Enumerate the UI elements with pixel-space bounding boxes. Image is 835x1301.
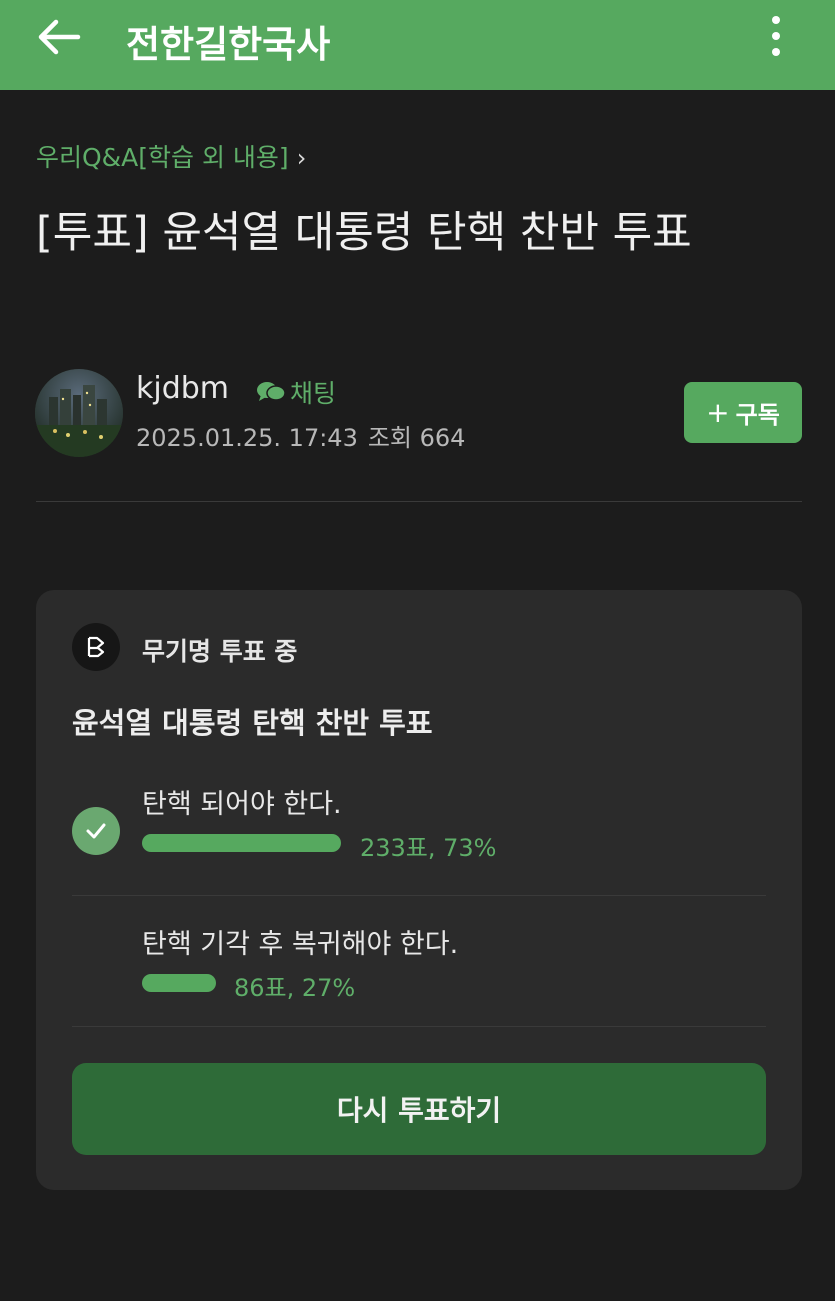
app-title: 전한길한국사 [126, 23, 331, 66]
poll-option-label: 탄핵 기각 후 복귀해야 한다. [142, 929, 459, 960]
back-button[interactable] [30, 12, 86, 62]
divider [72, 1026, 766, 1027]
post-date: 2025.01.25. 17:43 [136, 424, 358, 452]
poll-status: 무기명 투표 중 [142, 637, 298, 666]
chat-link[interactable]: 채팅 [256, 374, 336, 410]
poll-option-bar-fill [142, 974, 216, 992]
chevron-right-icon: › [296, 144, 307, 172]
divider [36, 501, 802, 502]
author-name[interactable]: kjdbm [136, 371, 229, 406]
subscribe-button[interactable]: + 구독 [684, 382, 802, 443]
poll-title: 윤석열 대통령 탄핵 찬반 투표 [72, 706, 433, 740]
poll-option-votes: 233표, 73% [360, 834, 497, 862]
board-breadcrumb[interactable]: 우리Q&A[학습 외 내용] › [36, 138, 306, 174]
plus-icon: + [706, 396, 730, 429]
poll-option-bar [142, 834, 562, 852]
board-name: 우리Q&A[학습 외 내용] [36, 143, 289, 172]
poll-icon [72, 623, 120, 671]
app-header: 전한길한국사 [0, 0, 835, 90]
more-vertical-icon [772, 16, 780, 56]
chat-label: 채팅 [290, 379, 337, 408]
post-meta: 2025.01.25. 17:43 조회 664 [136, 418, 465, 453]
poll-card: 무기명 투표 중 윤석열 대통령 탄핵 찬반 투표 탄핵 되어야 한다. 233… [36, 590, 802, 1190]
arrow-left-icon [38, 19, 81, 55]
view-count: 조회 664 [367, 424, 466, 452]
poll-option-2[interactable]: 탄핵 기각 후 복귀해야 한다. 86표, 27% [36, 896, 802, 1026]
post-title: [투표] 윤석열 대통령 탄핵 찬반 투표 [36, 208, 692, 258]
poll-option-1[interactable]: 탄핵 되어야 한다. 233표, 73% [36, 780, 802, 896]
chat-bubbles-icon [257, 382, 286, 401]
poll-option-votes: 86표, 27% [234, 974, 356, 1002]
poll-option-bar-fill [142, 834, 341, 852]
check-icon [72, 807, 120, 855]
author-avatar[interactable] [35, 369, 123, 457]
subscribe-label: 구독 [735, 401, 780, 429]
revote-button[interactable]: 다시 투표하기 [72, 1063, 766, 1155]
poll-option-label: 탄핵 되어야 한다. [142, 789, 342, 820]
more-options-button[interactable] [760, 12, 792, 62]
